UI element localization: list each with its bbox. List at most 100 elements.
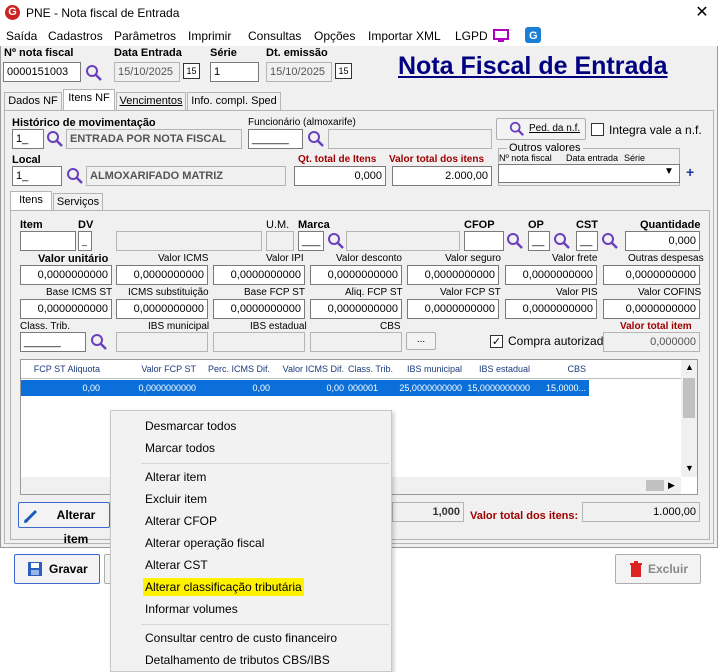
outros-valores-select[interactable]	[498, 164, 680, 183]
grid-col-valor-fcp-st[interactable]: Valor FCP ST	[106, 364, 196, 374]
valor-icms-field[interactable]: 0,0000000000	[116, 265, 208, 285]
valor-total-itens-footer-field: 1.000,00	[582, 502, 700, 522]
grid-col-valor-icms-dif[interactable]: Valor ICMS Dif.	[274, 364, 344, 374]
menu-alterar-cst[interactable]: Alterar CST	[145, 558, 208, 572]
menu-lgpd[interactable]: LGPD	[455, 29, 488, 43]
menu-alterar-classificacao-tributaria[interactable]: Alterar classificação tributária	[143, 578, 304, 596]
menu-saida[interactable]: Saída	[6, 29, 37, 43]
base-icms-st-field[interactable]: 0,0000000000	[20, 299, 112, 319]
alterar-item-button[interactable]: Alterar item	[18, 502, 110, 546]
ellipsis-button[interactable]: ...	[406, 332, 436, 350]
menu-marcar-todos[interactable]: Marcar todos	[145, 441, 215, 455]
grid-col-cbs[interactable]: CBS	[534, 364, 586, 374]
item-field[interactable]	[20, 231, 76, 251]
funcionario-field[interactable]: ______	[248, 129, 303, 149]
close-icon[interactable]: ✕	[690, 2, 714, 24]
tab-info-compl-sped[interactable]: Info. compl. Sped	[187, 92, 281, 110]
menu-excluir-item[interactable]: Excluir item	[145, 492, 207, 506]
scroll-right-icon[interactable]: ▶	[668, 480, 675, 491]
menu-alterar-item[interactable]: Alterar item	[145, 470, 206, 484]
search-icon[interactable]	[66, 167, 84, 185]
page-title: Nota Fiscal de Entrada	[398, 52, 668, 80]
valor-fcp-st-field[interactable]: 0,0000000000	[407, 299, 499, 319]
cfop-field[interactable]	[464, 231, 504, 251]
tab-itens-nf[interactable]: Itens NF	[63, 89, 115, 110]
menu-cadastros[interactable]: Cadastros	[48, 29, 103, 43]
nota-field[interactable]: 0000151003	[3, 62, 81, 82]
base-fcp-st-field[interactable]: 0,0000000000	[213, 299, 305, 319]
calendar-icon[interactable]: 15	[183, 63, 200, 79]
cst-field[interactable]: __	[576, 231, 598, 251]
window-title: PNE - Nota fiscal de Entrada	[26, 6, 180, 20]
search-icon[interactable]	[506, 232, 524, 250]
valor-unitario-field[interactable]: 0,0000000000	[20, 265, 112, 285]
ped-nf-button[interactable]: Ped. da n.f.	[496, 118, 586, 140]
menu-alterar-cfop[interactable]: Alterar CFOP	[145, 514, 217, 528]
op-field[interactable]: __	[528, 231, 550, 251]
scroll-down-icon[interactable]: ▼	[685, 463, 694, 473]
menu-desmarcar-todos[interactable]: Desmarcar todos	[145, 419, 236, 433]
dt-emissao-field[interactable]: 15/10/2025	[266, 62, 332, 82]
gravar-button[interactable]: Gravar	[14, 554, 100, 584]
icms-substituicao-field[interactable]: 0,0000000000	[116, 299, 208, 319]
menu-imprimir[interactable]: Imprimir	[188, 29, 231, 43]
search-icon[interactable]	[553, 232, 571, 250]
excluir-button[interactable]: Excluir	[615, 554, 701, 584]
grid-col-ibs-municipal[interactable]: IBS municipal	[396, 364, 462, 374]
integra-checkbox[interactable]	[591, 123, 604, 136]
menu-informar-volumes[interactable]: Informar volumes	[145, 602, 238, 616]
menu-consultar-centro-custo[interactable]: Consultar centro de custo financeiro	[145, 631, 337, 645]
save-icon	[28, 562, 42, 576]
valor-frete-field[interactable]: 0,0000000000	[505, 265, 597, 285]
local-code-field[interactable]: 1_	[12, 166, 62, 186]
valor-seguro-field[interactable]: 0,0000000000	[407, 265, 499, 285]
calendar-icon[interactable]: 15	[335, 63, 352, 79]
compra-autorizada-checkbox[interactable]: ✓	[490, 335, 503, 348]
add-icon[interactable]: +	[686, 164, 694, 180]
menu-parametros[interactable]: Parâmetros	[114, 29, 176, 43]
tab-vencimentos[interactable]: Vencimentos	[116, 92, 186, 110]
subtab-itens[interactable]: Itens	[10, 191, 52, 210]
scroll-up-icon[interactable]: ▲	[685, 362, 694, 372]
valor-pis-field[interactable]: 0,0000000000	[505, 299, 597, 319]
search-icon[interactable]	[46, 130, 64, 148]
historico-code-field[interactable]: 1_	[12, 129, 44, 149]
chevron-down-icon[interactable]: ▼	[664, 166, 674, 177]
valor-desconto-field[interactable]: 0,0000000000	[310, 265, 402, 285]
quantidade-field[interactable]: 0,000	[625, 231, 700, 251]
menu-importar-xml[interactable]: Importar XML	[368, 29, 441, 43]
h-scroll-thumb[interactable]	[646, 480, 664, 491]
dv-field[interactable]: _	[78, 231, 92, 251]
search-icon[interactable]	[307, 130, 325, 148]
scroll-thumb[interactable]	[683, 378, 695, 418]
serie-field[interactable]: 1	[210, 62, 259, 82]
grid-col-perc-icms-dif[interactable]: Perc. ICMS Dif.	[200, 364, 270, 374]
aliq-fcp-st-field[interactable]: 0,0000000000	[310, 299, 402, 319]
search-icon[interactable]	[327, 232, 345, 250]
marca-field[interactable]: ___	[298, 231, 324, 251]
historico-label: Histórico de movimentação	[12, 117, 156, 129]
grid-col-ibs-estadual[interactable]: IBS estadual	[466, 364, 530, 374]
monitor-icon[interactable]	[492, 28, 510, 44]
data-entrada-field[interactable]: 15/10/2025	[114, 62, 180, 82]
valor-cofins-field[interactable]: 0,0000000000	[603, 299, 700, 319]
menu-detalhamento-tributos[interactable]: Detalhamento de tributos CBS/IBS	[145, 653, 330, 667]
search-icon[interactable]	[90, 333, 108, 351]
outras-despesas-field[interactable]: 0,0000000000	[603, 265, 700, 285]
menu-consultas[interactable]: Consultas	[248, 29, 301, 43]
grid-col-class-trib[interactable]: Class. Trib.	[348, 364, 393, 374]
valor-total-itens-footer-label: Valor total dos itens:	[470, 510, 579, 522]
refresh-app-icon[interactable]: G	[525, 27, 541, 43]
subtab-servicos[interactable]: Serviços	[53, 193, 103, 210]
class-trib-field[interactable]: ______	[20, 332, 86, 352]
tab-dados-nf[interactable]: Dados NF	[4, 92, 62, 110]
menu-alterar-operacao-fiscal[interactable]: Alterar operação fiscal	[145, 536, 264, 550]
menu-opcoes[interactable]: Opções	[314, 29, 355, 43]
valor-ipi-field[interactable]: 0,0000000000	[213, 265, 305, 285]
qt-total-field: 0,000	[294, 166, 386, 186]
grid-col-fcp-st-aliquota[interactable]: FCP ST Aliquota	[22, 364, 100, 374]
local-desc-field: ALMOXARIFADO MATRIZ	[86, 166, 286, 186]
search-icon[interactable]	[85, 64, 103, 82]
grid-cell: 0,0000000000	[138, 383, 196, 393]
search-icon[interactable]	[601, 232, 619, 250]
